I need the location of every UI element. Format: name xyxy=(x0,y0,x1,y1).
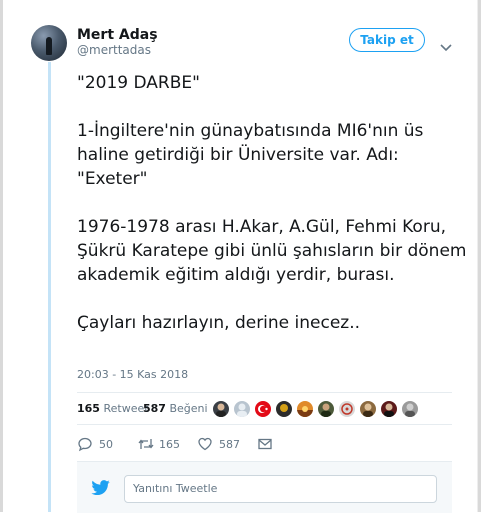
divider xyxy=(77,392,452,393)
follow-button[interactable]: Takip et xyxy=(349,28,425,52)
tweet-text: "2019 DARBE" 1-İngiltere'nin günaybatısı… xyxy=(77,73,467,333)
reply-count: 50 xyxy=(99,438,113,451)
author-name[interactable]: Mert Adaş xyxy=(77,27,158,43)
tweet-timestamp[interactable]: 20:03 - 15 Kas 2018 xyxy=(77,368,188,381)
liker-avatar-3[interactable] xyxy=(254,400,272,418)
heart-icon xyxy=(197,437,213,456)
window-border-left xyxy=(0,0,3,512)
retweet-action-count: 165 xyxy=(159,438,180,451)
like-label: Beğeni xyxy=(169,402,208,415)
like-stat[interactable]: 587 Beğeni xyxy=(143,402,208,415)
reply-composer: Yanıtını Tweetle xyxy=(77,461,452,513)
envelope-icon xyxy=(257,437,273,456)
like-button[interactable]: 587 xyxy=(197,436,240,452)
retweet-label: Retweet xyxy=(103,402,149,415)
retweet-count: 165 xyxy=(77,402,100,415)
liker-avatar-4[interactable] xyxy=(275,400,293,418)
like-count: 587 xyxy=(143,402,166,415)
thread-line xyxy=(48,62,51,512)
liker-avatar-7[interactable] xyxy=(338,400,356,418)
retweet-button[interactable]: 165 xyxy=(137,436,180,452)
author-avatar[interactable] xyxy=(31,25,67,61)
reply-icon xyxy=(77,437,93,456)
author-handle[interactable]: @merttadas xyxy=(77,43,151,57)
liker-avatar-2[interactable] xyxy=(233,400,251,418)
reply-input[interactable]: Yanıtını Tweetle xyxy=(124,475,437,503)
liker-avatar-5[interactable] xyxy=(296,400,314,418)
retweet-icon xyxy=(137,437,155,456)
chevron-down-icon[interactable] xyxy=(440,37,452,56)
liker-avatar-1[interactable] xyxy=(212,400,230,418)
reply-button[interactable]: 50 xyxy=(77,436,113,452)
retweet-stat[interactable]: 165 Retweet xyxy=(77,402,149,415)
liker-avatar-6[interactable] xyxy=(317,400,335,418)
liker-avatar-10[interactable] xyxy=(401,400,419,418)
liker-avatar-9[interactable] xyxy=(380,400,398,418)
liker-avatar-8[interactable] xyxy=(359,400,377,418)
divider xyxy=(77,424,452,425)
direct-message-button[interactable] xyxy=(257,436,273,452)
like-action-count: 587 xyxy=(219,438,240,451)
twitter-bird-icon xyxy=(91,480,111,500)
